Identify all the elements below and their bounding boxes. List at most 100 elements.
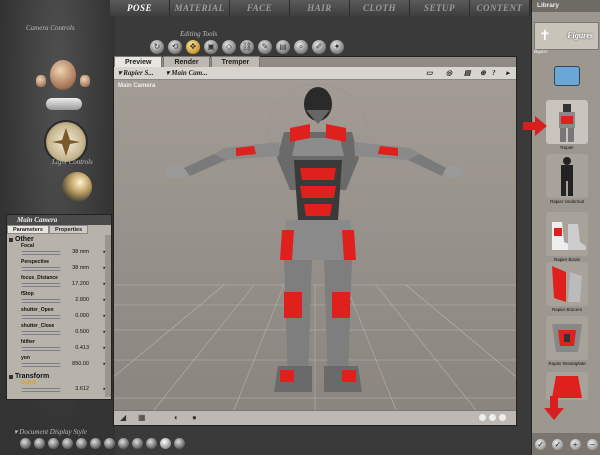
ground-plane-icon[interactable]: ▦ — [138, 413, 146, 422]
tab-preview[interactable]: Preview — [114, 56, 163, 67]
twist-icon[interactable]: ⟲ — [168, 40, 182, 54]
param-dial[interactable] — [21, 315, 61, 319]
camera-left-hand-icon[interactable] — [36, 75, 46, 87]
tab-content[interactable]: CONTENT — [470, 0, 530, 16]
apply-multiple-icon[interactable]: ✓ — [552, 438, 564, 450]
param-value[interactable]: 17.200 — [72, 281, 89, 287]
tab-properties[interactable]: Properties — [48, 225, 89, 234]
tab-render[interactable]: Render — [163, 56, 210, 67]
menu-arrow-icon[interactable]: ▸ — [506, 67, 510, 79]
param-value[interactable]: 0.500 — [75, 329, 89, 335]
flat-shaded-style-icon[interactable] — [90, 438, 101, 449]
figure-dropdown[interactable]: ▾ Rapier S... — [118, 67, 154, 79]
param-dial[interactable] — [21, 363, 61, 367]
params-tabs: Parameters Properties — [7, 225, 111, 234]
tab-pose[interactable]: POSE — [110, 0, 170, 16]
document-icon[interactable]: ▤ — [464, 67, 471, 79]
param-label: shutter_Close — [21, 323, 55, 329]
tab-parameters[interactable]: Parameters — [7, 225, 49, 234]
chain-icon[interactable]: ⛓ — [240, 40, 254, 54]
morph-brush-icon[interactable]: ✐ — [312, 40, 326, 54]
tab-face[interactable]: FACE — [230, 0, 290, 16]
taper-icon[interactable]: ◇ — [222, 40, 236, 54]
translate-icon[interactable]: ✥ — [186, 40, 200, 54]
light-sphere-control[interactable] — [62, 172, 92, 202]
direct-manipulation-icon[interactable]: ✦ — [330, 40, 344, 54]
smooth-shaded-style-icon[interactable] — [146, 438, 157, 449]
rotate-icon[interactable]: ↻ — [150, 40, 164, 54]
view-magnifier-icon[interactable]: ⌕ — [294, 40, 308, 54]
tab-hair[interactable]: HAIR — [290, 0, 350, 16]
library-item-rapier-undersuit[interactable]: Rapier Undersuit — [538, 154, 596, 210]
cartoon-line-style-icon[interactable] — [132, 438, 143, 449]
param-value[interactable]: 0.413 — [75, 345, 89, 351]
render-settings-icon[interactable]: ◎ — [446, 67, 452, 79]
add-to-library-icon[interactable]: + — [569, 438, 581, 450]
param-label: Perspective — [21, 259, 50, 265]
param-dial[interactable] — [21, 267, 61, 271]
camera-dropdown[interactable]: ▾ Main Cam... — [166, 67, 207, 79]
tab-material[interactable]: MATERIAL — [170, 0, 230, 16]
library-item-rapier-boots[interactable]: Rapier Boots — [538, 212, 596, 268]
camera-dropdown-value: Main Cam... — [171, 69, 208, 77]
color-icon[interactable]: ✎ — [258, 40, 272, 54]
param-dial[interactable] — [21, 388, 61, 392]
library-item-rapier-breastplate[interactable]: Rapier Breastplate — [538, 316, 596, 372]
nav-dot-2[interactable] — [489, 414, 496, 421]
param-dial[interactable] — [21, 347, 61, 351]
texture-shaded-style-icon[interactable] — [160, 438, 171, 449]
param-dial[interactable] — [21, 331, 61, 335]
param-label: focus_Distance — [21, 275, 58, 281]
param-value[interactable]: 3.612 — [75, 386, 89, 392]
camera-plane-control[interactable] — [46, 98, 82, 110]
rapier-thumb — [546, 100, 588, 144]
library-category-selector[interactable]: ✝ Figures — [534, 22, 599, 50]
param-value[interactable]: 850.00 — [72, 361, 89, 367]
param-value[interactable]: 0.000 — [75, 313, 89, 319]
param-dial[interactable] — [21, 299, 61, 303]
magnify-icon[interactable]: ⊕ — [480, 67, 486, 79]
param-value[interactable]: 38 mm — [72, 249, 89, 255]
grouping-icon[interactable]: ▤ — [276, 40, 290, 54]
params-scrollbar[interactable] — [105, 235, 111, 397]
render-icon[interactable]: ▭ — [426, 67, 433, 79]
scale-icon[interactable]: ▣ — [204, 40, 218, 54]
camera-controls-label: Camera Controls — [26, 24, 75, 32]
lit-wireframe-style-icon[interactable] — [76, 438, 87, 449]
bg-color-icon[interactable]: ● — [192, 413, 197, 422]
display-style-buttons — [20, 438, 185, 449]
param-value[interactable]: 2.800 — [75, 297, 89, 303]
param-dial[interactable] — [21, 251, 61, 255]
flat-lined-style-icon[interactable] — [104, 438, 115, 449]
tab-cloth[interactable]: CLOTH — [350, 0, 410, 16]
camera-right-hand-icon[interactable] — [80, 75, 90, 87]
smooth-lined-style-icon[interactable] — [174, 438, 185, 449]
nav-dot-1[interactable] — [479, 414, 486, 421]
viewport-nav-dots[interactable] — [479, 414, 506, 421]
param-row: yon850.00▸ — [7, 355, 111, 371]
wireframe-style-icon[interactable] — [48, 438, 59, 449]
param-label: shutter_Open — [21, 307, 54, 313]
help-icon[interactable]: ? — [492, 67, 496, 79]
shadow-icon[interactable]: ◐ — [174, 413, 179, 422]
hidden-line-style-icon[interactable] — [62, 438, 73, 449]
light-controls-label: Light Controls — [52, 158, 93, 166]
param-value[interactable]: 38 mm — [72, 265, 89, 271]
group-other[interactable]: Other — [9, 236, 111, 243]
resize-handle-icon[interactable]: ◢ — [120, 413, 126, 422]
group-transform[interactable]: Transform — [9, 373, 111, 380]
remove-from-library-icon[interactable]: − — [586, 438, 598, 450]
apply-library-preset-icon[interactable]: ✓ — [535, 438, 547, 450]
library-item-rapier-bracers[interactable]: Rapier Bracers — [538, 262, 596, 318]
folder-up-icon — [554, 66, 580, 86]
silhouette-style-icon[interactable] — [20, 438, 31, 449]
cartoon-style-icon[interactable] — [118, 438, 129, 449]
outline-style-icon[interactable] — [34, 438, 45, 449]
param-row: shutter_Close0.500▸ — [7, 323, 111, 339]
tab-setup[interactable]: SETUP — [410, 0, 470, 16]
param-dial[interactable] — [21, 283, 61, 287]
nav-dot-3[interactable] — [499, 414, 506, 421]
camera-head-icon[interactable] — [50, 60, 76, 90]
tab-tremper[interactable]: Tremper — [210, 56, 261, 67]
scene-canvas[interactable]: Main Camera — [73, 80, 557, 411]
